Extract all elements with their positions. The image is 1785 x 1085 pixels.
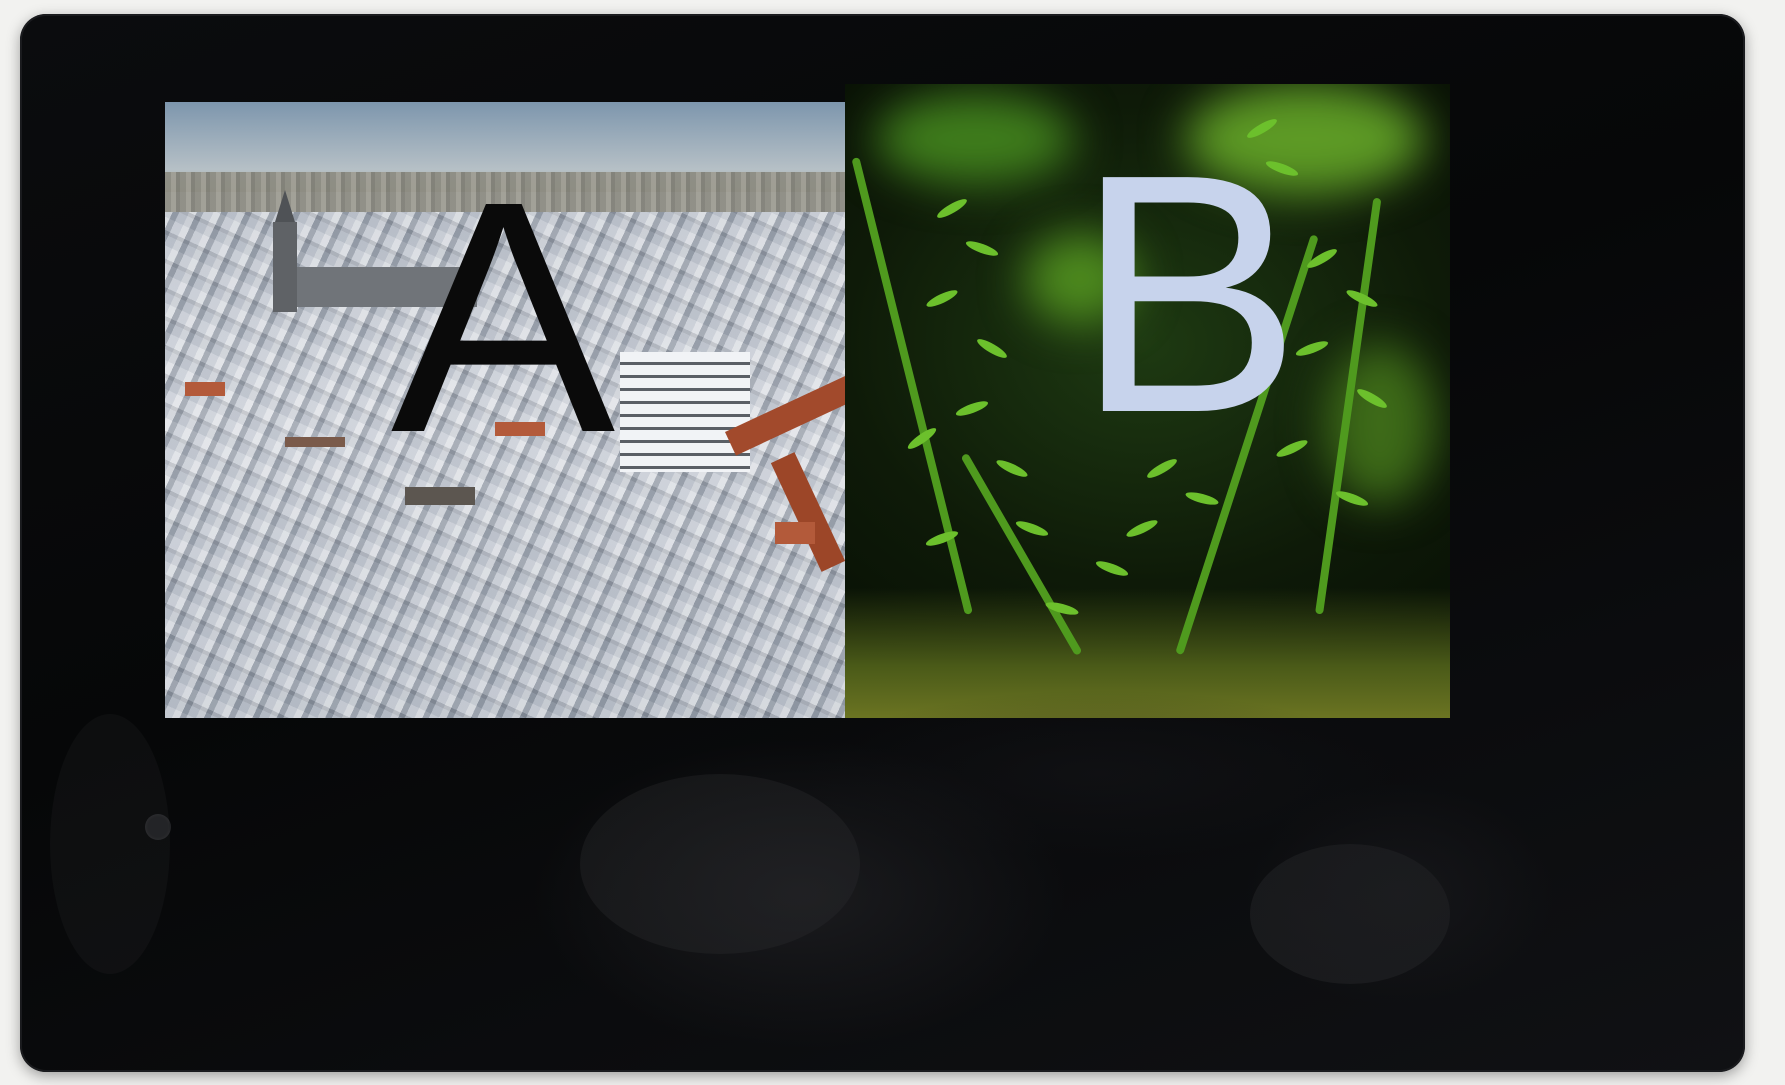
label-b: B (1075, 104, 1302, 484)
label-a: A (390, 132, 616, 501)
screen-smudge (580, 774, 860, 954)
fern-leaflet (924, 287, 960, 310)
red-roof-spot (775, 522, 815, 544)
fern-leaflet (1124, 517, 1160, 540)
fern-leaflet (954, 398, 990, 419)
fern-leaflet (994, 457, 1030, 480)
bokeh-highlight (875, 94, 1075, 184)
fern-leaflet (964, 238, 1000, 259)
fern-leaflet (1014, 518, 1050, 539)
tablet-device: A B (20, 14, 1745, 1072)
red-roof-spot (185, 382, 225, 396)
screen-smudge (1250, 844, 1450, 984)
screen-smudge (50, 714, 170, 974)
fern-photo-panel: B (845, 84, 1450, 718)
city-photo-panel: A (165, 102, 870, 718)
fern-leaflet (975, 336, 1009, 361)
red-roof-spot (285, 437, 345, 447)
fern-leaflet (1184, 489, 1220, 508)
fern-leaflet (935, 196, 969, 221)
forest-ground (845, 588, 1450, 718)
fern-stem (851, 156, 973, 615)
church-tower (273, 190, 297, 312)
fern-leaflet (1094, 558, 1130, 579)
white-building (620, 352, 750, 472)
